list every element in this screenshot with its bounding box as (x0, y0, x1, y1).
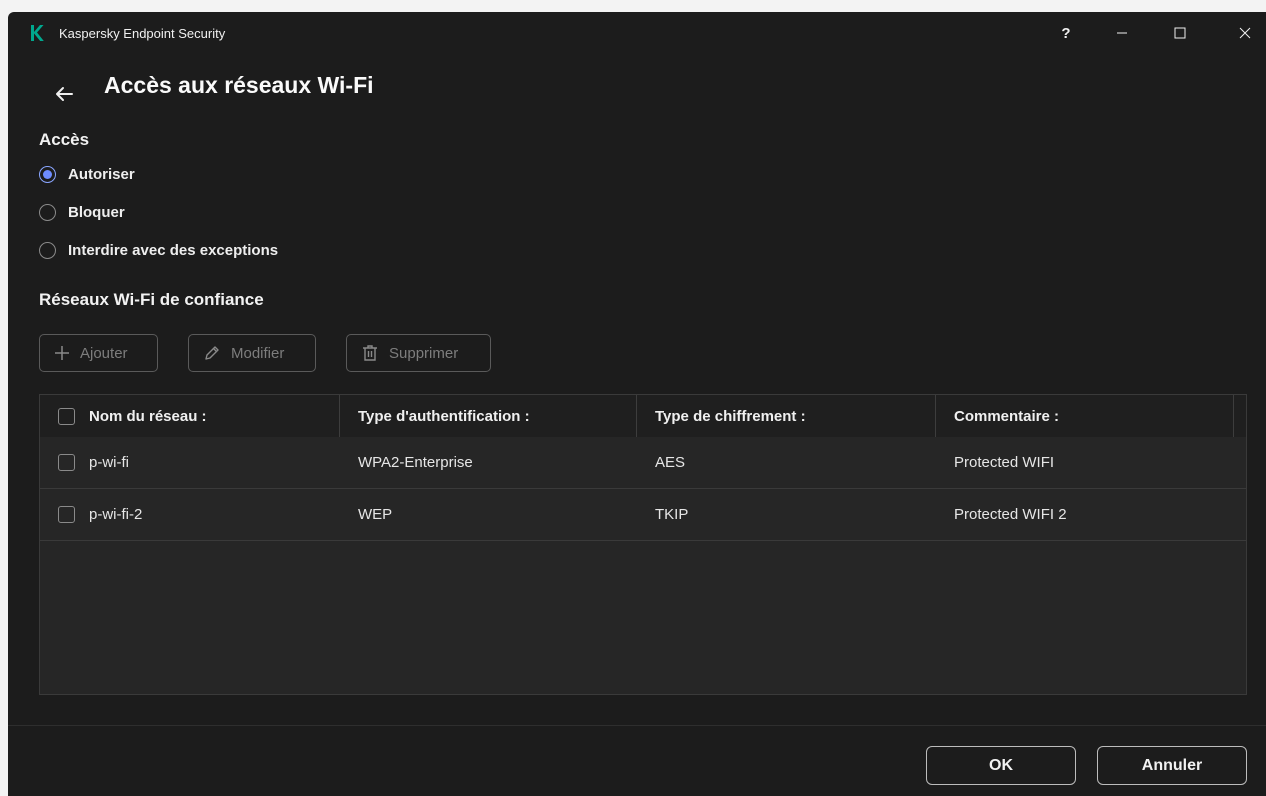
cell-encryption: AES (655, 454, 686, 471)
row-checkbox[interactable] (58, 506, 75, 523)
trusted-networks-heading: Réseaux Wi-Fi de confiance (39, 290, 264, 309)
close-button[interactable] (1223, 19, 1266, 47)
cancel-button[interactable]: Annuler (1097, 746, 1247, 785)
radio-button[interactable] (39, 165, 56, 183)
column-header-label: Type d'authentification : (358, 407, 530, 425)
minimize-icon (1117, 32, 1127, 34)
select-all-checkbox[interactable] (58, 407, 75, 425)
trash-icon (363, 345, 377, 361)
table-row[interactable]: p-wi-fi-2 WEP TKIP Protected WIFI 2 (40, 489, 1246, 541)
access-heading: Accès (39, 130, 90, 149)
radio-button[interactable] (39, 241, 56, 259)
column-header-auth[interactable]: Type d'authentification : (340, 395, 637, 437)
cell-comment: Protected WIFI 2 (954, 506, 1067, 523)
help-button[interactable]: ? (1044, 19, 1088, 47)
pencil-icon (205, 346, 219, 360)
column-header-label: Nom du réseau : (89, 407, 207, 425)
minimize-button[interactable] (1100, 19, 1144, 47)
plus-icon (55, 346, 69, 360)
column-header-name[interactable]: Nom du réseau : (40, 395, 340, 437)
title-bar: Kaspersky Endpoint Security ? (8, 12, 1266, 52)
cell-name: p-wi-fi (40, 437, 340, 488)
add-button-label: Ajouter (80, 344, 128, 362)
delete-button-label: Supprimer (389, 344, 459, 362)
close-icon (1239, 27, 1251, 39)
cell-text: p-wi-fi (89, 454, 129, 471)
delete-button[interactable]: Supprimer (346, 334, 491, 372)
cell-name: p-wi-fi-2 (40, 489, 340, 540)
radio-bloquer[interactable]: Bloquer (39, 201, 125, 223)
cell-auth: WPA2-Enterprise (358, 454, 473, 471)
add-button[interactable]: Ajouter (39, 334, 158, 372)
row-checkbox[interactable] (58, 454, 75, 471)
cell-auth: WEP (358, 506, 393, 523)
footer-bar: OK Annuler (8, 725, 1266, 796)
radio-label: Bloquer (68, 203, 125, 221)
trusted-networks-table: Nom du réseau : Type d'authentification … (39, 394, 1247, 695)
radio-interdire-exceptions[interactable]: Interdire avec des exceptions (39, 239, 278, 261)
radio-button[interactable] (39, 203, 56, 221)
radio-label: Autoriser (68, 165, 135, 183)
back-arrow-icon[interactable] (52, 82, 76, 106)
cell-text: p-wi-fi-2 (89, 506, 143, 523)
column-header-label: Commentaire : (954, 407, 1060, 425)
column-header-label: Type de chiffrement : (655, 407, 806, 425)
maximize-button[interactable] (1158, 19, 1202, 47)
edit-button-label: Modifier (231, 344, 285, 362)
page-title: Accès aux réseaux Wi-Fi (104, 72, 374, 98)
radio-autoriser[interactable]: Autoriser (39, 163, 135, 185)
app-window: Kaspersky Endpoint Security ? Accès aux … (8, 12, 1266, 796)
help-icon: ? (1061, 24, 1071, 42)
radio-label: Interdire avec des exceptions (68, 241, 279, 259)
cell-comment: Protected WIFI (954, 454, 1055, 471)
ok-button[interactable]: OK (926, 746, 1076, 785)
app-title: Kaspersky Endpoint Security (59, 26, 226, 41)
table-row[interactable]: p-wi-fi WPA2-Enterprise AES Protected WI… (40, 437, 1246, 489)
cell-encryption: TKIP (655, 506, 689, 523)
column-header-comment[interactable]: Commentaire : (936, 395, 1234, 437)
edit-button[interactable]: Modifier (188, 334, 316, 372)
column-header-encryption[interactable]: Type de chiffrement : (637, 395, 936, 437)
kaspersky-logo-icon (31, 25, 44, 41)
maximize-icon (1174, 27, 1186, 39)
table-header: Nom du réseau : Type d'authentification … (40, 395, 1246, 438)
